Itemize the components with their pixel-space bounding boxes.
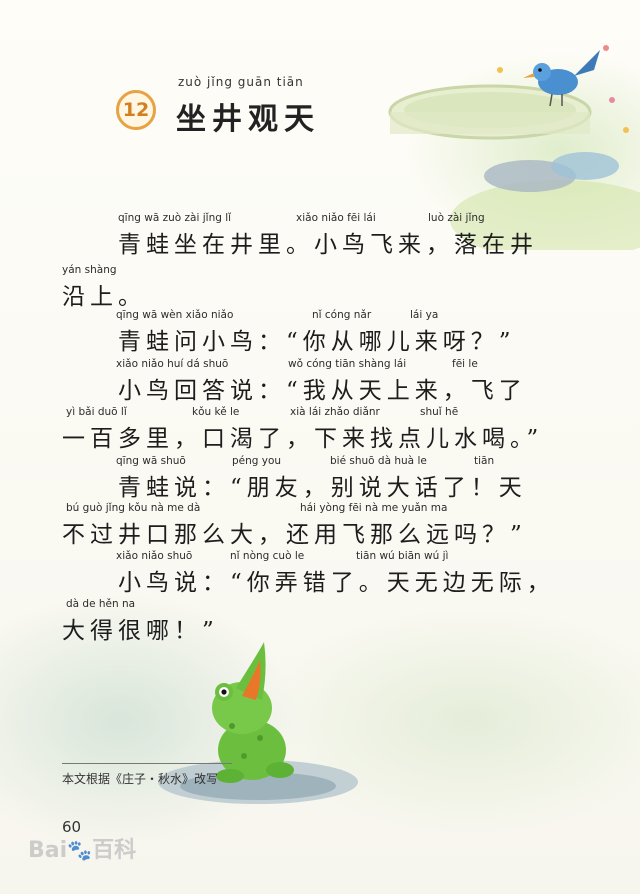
pinyin-group: tiān — [474, 455, 495, 467]
pinyin-group: hái yòng fēi nà me yuǎn ma — [300, 502, 448, 514]
text-line: xiǎo niǎo huí dá shuō wǒ cóng tiān shàng… — [0, 358, 640, 404]
pinyin-group: luò zài jǐng — [428, 212, 485, 224]
text-line: qīng wā zuò zài jǐng lǐ xiǎo niǎo fēi lá… — [0, 212, 640, 258]
text-line: yán shàng 沿上。 — [0, 264, 640, 310]
watermark-brand: Bai — [28, 838, 68, 863]
pinyin-group: bú guò jǐng kǒu nà me dà — [66, 502, 201, 514]
pinyin-group: yì bǎi duō lǐ — [66, 406, 127, 418]
pinyin-group: nǐ nòng cuò le — [230, 550, 305, 562]
pinyin-group: nǐ cóng nǎr — [312, 309, 372, 321]
well-wall — [390, 112, 590, 134]
flower — [497, 67, 503, 73]
pinyin-group: qīng wā shuō — [116, 455, 186, 467]
hanzi-line: 不过井口那么大，还用飞那么远吗？” — [62, 522, 527, 548]
source-note: 本文根据《庄子・秋水》改写 — [62, 772, 219, 786]
lesson-title: 12 zuò jǐng guān tiān 坐井观天 — [116, 72, 376, 137]
hanzi-line: 青蛙问小鸟：“你从哪儿来呀？” — [62, 329, 516, 355]
title-text: 坐井观天 — [176, 102, 320, 137]
footnote-divider — [62, 763, 232, 764]
text-line: qīng wā shuō péng you bié shuō dà huà le… — [0, 455, 640, 501]
pinyin-group: kǒu kě le — [192, 406, 240, 418]
stone — [551, 152, 619, 180]
text-line: yì bǎi duō lǐ kǒu kě le xià lái zhǎo diǎ… — [0, 406, 640, 452]
text-line: bú guò jǐng kǒu nà me dà hái yòng fēi nà… — [0, 502, 640, 548]
baidu-watermark: Bai🐾百科 — [28, 832, 136, 864]
pinyin-group: shuǐ hē — [420, 406, 459, 418]
title-pinyin: zuò jǐng guān tiān — [178, 75, 304, 89]
pinyin-group: xiǎo niǎo huí dá shuō — [116, 358, 229, 370]
pinyin-group: xiǎo niǎo shuō — [116, 550, 193, 562]
text-line: qīng wā wèn xiǎo niǎo nǐ cóng nǎr lái ya… — [0, 309, 640, 355]
hanzi-line: 青蛙坐在井里。小鸟飞来，落在井 — [62, 232, 538, 258]
pinyin-group: xià lái zhǎo diǎnr — [290, 406, 380, 418]
pinyin-group: péng you — [232, 455, 282, 467]
lesson-number-badge: 12 — [116, 90, 156, 130]
pinyin-group: bié shuō dà huà le — [330, 455, 427, 467]
flower — [623, 127, 629, 133]
watermark-suffix: 百科 — [92, 838, 137, 863]
pinyin-group: qīng wā zuò zài jǐng lǐ — [118, 212, 232, 224]
pinyin-group: tiān wú biān wú jì — [356, 550, 449, 562]
hanzi-line: 沿上。 — [62, 284, 146, 310]
text-line: xiǎo niǎo shuō nǐ nòng cuò le tiān wú bi… — [0, 550, 640, 596]
flower — [609, 97, 615, 103]
pinyin-group: yán shàng — [62, 264, 117, 276]
textbook-page: 12 zuò jǐng guān tiān 坐井观天 qīng wā zuò z… — [0, 0, 640, 894]
pinyin-group: xiǎo niǎo fēi lái — [296, 212, 376, 224]
hanzi-line: 小鸟回答说：“我从天上来，飞了 — [62, 378, 527, 404]
hanzi-line: 一百多里，口渴了，下来找点儿水喝。” — [62, 426, 544, 452]
pinyin-group: qīng wā wèn xiǎo niǎo — [116, 309, 234, 321]
pinyin-group: wǒ cóng tiān shàng lái — [288, 358, 407, 370]
pinyin-group: fēi le — [452, 358, 478, 370]
pinyin-group: lái ya — [410, 309, 439, 321]
frog-icon — [212, 642, 294, 783]
hanzi-line: 青蛙说：“朋友，别说大话了！天 — [62, 475, 527, 501]
flower — [603, 45, 609, 51]
pinyin-group: dà de hěn na — [66, 598, 136, 610]
paw-icon: 🐾 — [67, 838, 93, 862]
hanzi-line: 小鸟说：“你弄错了。天无边无际， — [62, 570, 555, 596]
